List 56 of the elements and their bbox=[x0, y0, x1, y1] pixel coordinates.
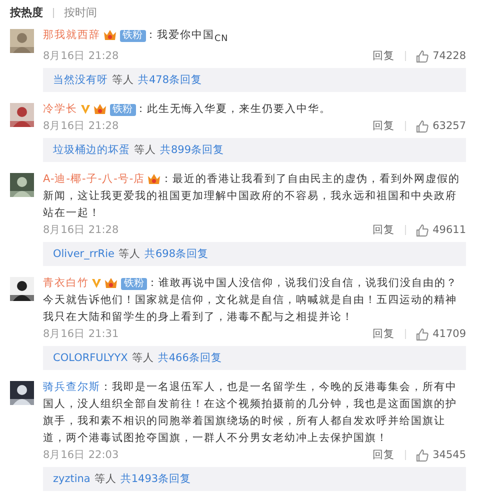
others-label: 等人 bbox=[134, 143, 156, 158]
like-button[interactable]: 49611 bbox=[416, 224, 466, 237]
fan-badge: 铁粉 bbox=[110, 104, 136, 116]
comment-text: 青衣白竹 铁粉 ：谁敢再说中国人没信仰，说我们没自信，说我们没自由的？今天就告诉他们！国家就是信仰，文化就是自信，呐喊就是自由！五四运动的精神我只在大陆和留学生的身上看到了，港毒不配与之相提并论！ bbox=[43, 275, 458, 326]
reply-user-link[interactable]: COLORFULYYX bbox=[53, 352, 128, 364]
verified-v-icon bbox=[80, 103, 90, 116]
reply-count-link[interactable]: 共1493条回复 bbox=[120, 472, 192, 486]
author-name[interactable]: 青衣白竹 bbox=[43, 277, 89, 290]
reply-button[interactable]: 回复 bbox=[372, 119, 395, 134]
comment-text: 冷学长 铁粉 ：此生无悔入华夏，来生仍要入中华。 bbox=[43, 101, 332, 118]
author-name[interactable]: A-迪-椰-子-八-号-店 bbox=[43, 173, 146, 186]
reply-button[interactable]: 回复 bbox=[372, 327, 395, 342]
like-button[interactable]: 63257 bbox=[416, 120, 466, 133]
reply-user-link[interactable]: 当然没有呀 bbox=[53, 73, 108, 88]
fan-badge: 铁粉 bbox=[121, 278, 147, 290]
crown-icon bbox=[147, 172, 162, 186]
comment-text: A-迪-椰-子-八-号-店 ：最近的香港让我看到了自由民主的虚伪，看到外网虚假的新闻，这让我更爱我的祖国更加理解中国政府的不容易，我永远和祖国和中央政府站在一起！ bbox=[43, 171, 462, 222]
others-label: 等人 bbox=[132, 351, 154, 366]
others-label: 等人 bbox=[112, 73, 134, 88]
like-button[interactable]: 74228 bbox=[416, 50, 466, 63]
thumbs-up-icon bbox=[416, 50, 429, 63]
reply-button[interactable]: 回复 bbox=[372, 448, 395, 462]
comment-text: 骑兵查尔斯：我即是一名退伍军人，也是一名留学生，今晚的反港毒集会，所有中国人，没人组织全部自发前往！在这个视频拍摄前的几分钟，我也是这面国旗的护旗手，我和素不相识的同胞举着国旗绕场的时候，所有人都自发欢呼并给国旗让道，两个港毒试图抢夺国旗，一群人不分男女老幼冲上去保护国旗！ bbox=[43, 380, 458, 446]
author-name[interactable]: 骑兵查尔斯 bbox=[43, 381, 100, 394]
sort-tab[interactable]: 按热度 bbox=[10, 5, 43, 20]
reply-count-link[interactable]: 共698条回复 bbox=[144, 247, 209, 262]
thumbs-up-icon bbox=[416, 224, 429, 237]
thumbs-up-icon bbox=[416, 328, 429, 341]
comment-time: 8月16日 21:28 bbox=[43, 223, 120, 238]
like-button[interactable]: 41709 bbox=[416, 328, 466, 341]
sort-tab[interactable]: 按时间 bbox=[64, 5, 97, 20]
author-name[interactable]: 那我就西辞 bbox=[43, 29, 100, 41]
thumbs-up-icon bbox=[416, 120, 429, 133]
comment-time: 8月16日 21:28 bbox=[43, 119, 120, 134]
comment-time: 8月16日 22:03 bbox=[43, 448, 120, 462]
crown-icon bbox=[102, 28, 116, 41]
reply-user-link[interactable]: 垃圾桶边的坏蛋 bbox=[53, 143, 130, 158]
others-label: 等人 bbox=[118, 247, 140, 262]
reply-button[interactable]: 回复 bbox=[372, 223, 395, 238]
like-button[interactable]: 34545 bbox=[416, 448, 466, 462]
fan-badge: 铁粉 bbox=[120, 30, 146, 42]
reply-count-link[interactable]: 共899条回复 bbox=[160, 143, 224, 158]
reply-button[interactable]: 回复 bbox=[372, 49, 395, 64]
comment-text: 那我就西辞 铁粉 ：我爱你中国$_{CN}$ bbox=[43, 27, 230, 46]
comment-time: 8月16日 21:28 bbox=[43, 49, 120, 64]
others-label: 等人 bbox=[94, 472, 116, 486]
crown-icon bbox=[92, 102, 106, 116]
reply-count-link[interactable]: 共466条回复 bbox=[158, 351, 222, 366]
reply-user-link[interactable]: Oliver_rrRie bbox=[53, 248, 114, 260]
comment-time: 8月16日 21:31 bbox=[43, 327, 120, 342]
author-name[interactable]: 冷学长 bbox=[43, 103, 78, 116]
reply-count-link[interactable]: 共478条回复 bbox=[138, 73, 202, 88]
crown-icon bbox=[104, 276, 118, 290]
verified-v-icon bbox=[91, 277, 102, 290]
thumbs-up-icon bbox=[416, 448, 429, 462]
reply-user-link[interactable]: zyztina bbox=[53, 473, 90, 486]
